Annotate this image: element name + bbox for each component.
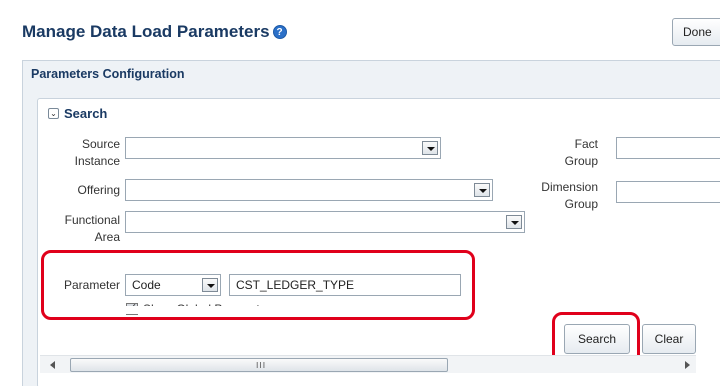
scroll-right-icon[interactable] [685, 361, 690, 369]
chevron-down-icon[interactable] [474, 183, 490, 197]
offering-select[interactable] [125, 179, 493, 201]
functional-area-label: Functional Area [64, 213, 120, 244]
done-button[interactable]: Done [672, 18, 720, 46]
fact-group-label: Fact Group [564, 137, 598, 168]
search-section-header[interactable]: ⌄ Search [48, 106, 107, 121]
horizontal-scrollbar[interactable]: III [40, 355, 696, 373]
dimension-group-input[interactable] [616, 181, 720, 203]
chevron-down-icon[interactable]: ⌄ [48, 108, 59, 119]
source-instance-select[interactable] [125, 137, 441, 159]
chevron-down-icon[interactable] [422, 141, 438, 155]
source-instance-label: Source Instance [74, 137, 120, 168]
dimension-group-label: Dimension Group [541, 180, 598, 211]
page-title: Manage Data Load Parameters ? [22, 22, 287, 42]
functional-area-select[interactable] [125, 211, 525, 233]
page-title-text: Manage Data Load Parameters [22, 22, 270, 41]
search-section-title: Search [64, 106, 108, 121]
scrollbar-thumb[interactable]: III [70, 358, 448, 372]
fact-group-input[interactable] [616, 137, 720, 159]
clear-button[interactable]: Clear [642, 324, 696, 354]
help-icon[interactable]: ? [272, 25, 287, 39]
scroll-left-icon[interactable] [50, 361, 55, 369]
offering-label: Offering [77, 183, 120, 197]
highlight-parameter-row [41, 250, 475, 320]
scroll-grip: III [256, 361, 267, 370]
chevron-down-icon[interactable] [506, 215, 522, 229]
parameters-configuration-title: Parameters Configuration [31, 67, 185, 81]
